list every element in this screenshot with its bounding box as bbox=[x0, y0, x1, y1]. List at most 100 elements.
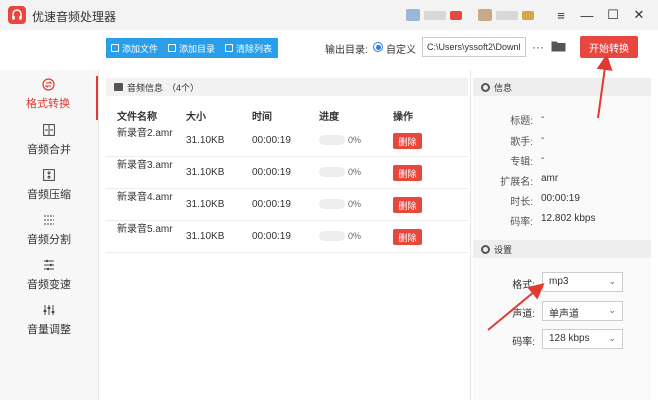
sidebar-divider bbox=[98, 70, 99, 400]
sidebar-item-merge[interactable]: 音频合并 bbox=[0, 122, 98, 166]
avatar bbox=[406, 9, 420, 21]
vip-badge-icon bbox=[522, 10, 534, 20]
file-size: 31.10KB bbox=[186, 167, 225, 178]
sidebar-item-label: 音频压缩 bbox=[27, 189, 71, 201]
bitrate-select-value: 128 kbps bbox=[549, 333, 590, 344]
col-header-action: 操作 bbox=[393, 112, 413, 123]
info-label-album: 专辑: bbox=[510, 157, 533, 168]
progress-text: 0% bbox=[348, 167, 362, 177]
clear-list-button[interactable]: 清除列表 bbox=[220, 38, 277, 58]
channel-select[interactable]: 单声道 ⌄ bbox=[542, 301, 623, 321]
menu-icon[interactable]: ≡ bbox=[552, 6, 570, 24]
browse-more-button[interactable]: ··· bbox=[531, 38, 545, 56]
progress-text: 0% bbox=[348, 199, 362, 209]
bitrate-select[interactable]: 128 kbps ⌄ bbox=[542, 329, 623, 349]
file-name: 新录音2.amr bbox=[117, 128, 173, 139]
trash-icon bbox=[225, 44, 234, 52]
col-header-size: 大小 bbox=[186, 112, 206, 123]
title-bar: 优速音频处理器 ≡ — ☐ ✕ bbox=[0, 0, 658, 30]
table-row[interactable]: 新录音5.amr 31.10KB 00:00:19 0% 删除 bbox=[106, 221, 468, 253]
info-section-header: 信息 bbox=[473, 78, 651, 96]
info-value-duration: 00:00:19 bbox=[541, 193, 580, 204]
settings-section-title: 设置 bbox=[494, 244, 513, 255]
panel-divider bbox=[470, 70, 471, 400]
file-toolbar: 添加文件 添加目录 清除列表 bbox=[106, 38, 278, 58]
volume-adjust-icon bbox=[41, 302, 57, 318]
chevron-down-icon: ⌄ bbox=[608, 305, 616, 315]
custom-output-radio[interactable] bbox=[373, 42, 383, 52]
add-file-button[interactable]: 添加文件 bbox=[106, 38, 163, 58]
progress-bar bbox=[319, 167, 345, 177]
info-value-extension: amr bbox=[541, 173, 559, 184]
progress-bar bbox=[319, 135, 345, 145]
table-row[interactable]: 新录音2.amr 31.10KB 00:00:19 0% 删除 bbox=[106, 125, 468, 157]
file-count: （4个） bbox=[167, 82, 200, 93]
file-list-panel: 音频信息 （4个） 文件名称 大小 时间 进度 操作 新录音2.amr 31.10… bbox=[106, 78, 468, 400]
split-icon bbox=[41, 212, 57, 228]
chevron-down-icon: ⌄ bbox=[608, 276, 616, 286]
output-path-field[interactable]: C:\Users\yssoft2\Downl bbox=[422, 37, 526, 57]
sidebar-item-compress[interactable]: 音频压缩 bbox=[0, 167, 98, 211]
file-duration: 00:00:19 bbox=[252, 231, 291, 242]
merge-icon bbox=[41, 122, 57, 138]
sidebar-item-volume[interactable]: 音量调整 bbox=[0, 302, 98, 346]
format-label: 格式: bbox=[512, 280, 535, 291]
sidebar-item-split[interactable]: 音频分割 bbox=[0, 212, 98, 256]
image-icon bbox=[114, 83, 123, 91]
clear-list-label: 清除列表 bbox=[236, 43, 273, 54]
folder-icon bbox=[168, 44, 177, 52]
info-panel: 信息 标题: - 歌手: - 专辑: - 扩展名: amr 时长: 00:00:… bbox=[473, 78, 651, 400]
sidebar-item-label: 音频合并 bbox=[27, 144, 71, 156]
format-select[interactable]: mp3 ⌄ bbox=[542, 272, 623, 292]
minimize-button[interactable]: — bbox=[578, 6, 596, 24]
channel-label: 声道: bbox=[512, 309, 535, 320]
sidebar-item-format-convert[interactable]: 格式转换 bbox=[0, 76, 98, 120]
file-panel-header: 音频信息 （4个） bbox=[106, 78, 468, 96]
user-account-2[interactable] bbox=[478, 8, 534, 22]
info-label-title: 标题: bbox=[510, 116, 533, 127]
info-label-artist: 歌手: bbox=[510, 137, 533, 148]
settings-gear-icon bbox=[481, 244, 490, 254]
compress-icon bbox=[41, 167, 57, 183]
sidebar: 格式转换 音频合并 音频压缩 音频分割 音频变速 音量调整 bbox=[0, 70, 98, 400]
file-name: 新录音5.amr bbox=[117, 224, 173, 235]
close-button[interactable]: ✕ bbox=[630, 6, 648, 24]
info-label-duration: 时长: bbox=[510, 197, 533, 208]
maximize-button[interactable]: ☐ bbox=[604, 6, 622, 24]
sidebar-item-speed[interactable]: 音频变速 bbox=[0, 257, 98, 301]
progress-text: 0% bbox=[348, 231, 362, 241]
info-label-bitrate: 码率: bbox=[510, 217, 533, 228]
open-folder-icon[interactable] bbox=[550, 39, 566, 53]
output-dir-label: 输出目录: bbox=[325, 45, 368, 56]
sidebar-item-label: 音频分割 bbox=[27, 234, 71, 246]
custom-output-label[interactable]: 自定义 bbox=[386, 41, 416, 56]
file-name: 新录音4.amr bbox=[117, 192, 173, 203]
col-header-progress: 进度 bbox=[319, 112, 339, 123]
start-convert-button[interactable]: 开始转换 bbox=[580, 36, 638, 58]
delete-button[interactable]: 删除 bbox=[393, 197, 422, 213]
username-redacted bbox=[424, 10, 446, 20]
info-value-bitrate: 12.802 kbps bbox=[541, 213, 596, 224]
progress-bar bbox=[319, 231, 345, 241]
file-size: 31.10KB bbox=[186, 231, 225, 242]
file-duration: 00:00:19 bbox=[252, 199, 291, 210]
file-panel-title: 音频信息 bbox=[127, 82, 164, 93]
info-gear-icon bbox=[481, 82, 490, 92]
table-row[interactable]: 新录音3.amr 31.10KB 00:00:19 0% 删除 bbox=[106, 157, 468, 189]
add-folder-button[interactable]: 添加目录 bbox=[163, 38, 220, 58]
app-logo-icon bbox=[8, 6, 26, 24]
user-account-1[interactable] bbox=[406, 8, 462, 22]
delete-button[interactable]: 删除 bbox=[393, 165, 422, 181]
progress-text: 0% bbox=[348, 135, 362, 145]
table-row[interactable]: 新录音4.amr 31.10KB 00:00:19 0% 删除 bbox=[106, 189, 468, 221]
info-label-extension: 扩展名: bbox=[500, 177, 533, 188]
delete-button[interactable]: 删除 bbox=[393, 229, 422, 245]
add-folder-label: 添加目录 bbox=[179, 43, 216, 54]
file-duration: 00:00:19 bbox=[252, 135, 291, 146]
app-title: 优速音频处理器 bbox=[32, 10, 117, 24]
delete-button[interactable]: 删除 bbox=[393, 133, 422, 149]
channel-select-value: 单声道 bbox=[549, 309, 579, 320]
info-value-album: - bbox=[541, 153, 545, 164]
sidebar-item-label: 格式转换 bbox=[26, 98, 70, 110]
file-name: 新录音3.amr bbox=[117, 160, 173, 171]
